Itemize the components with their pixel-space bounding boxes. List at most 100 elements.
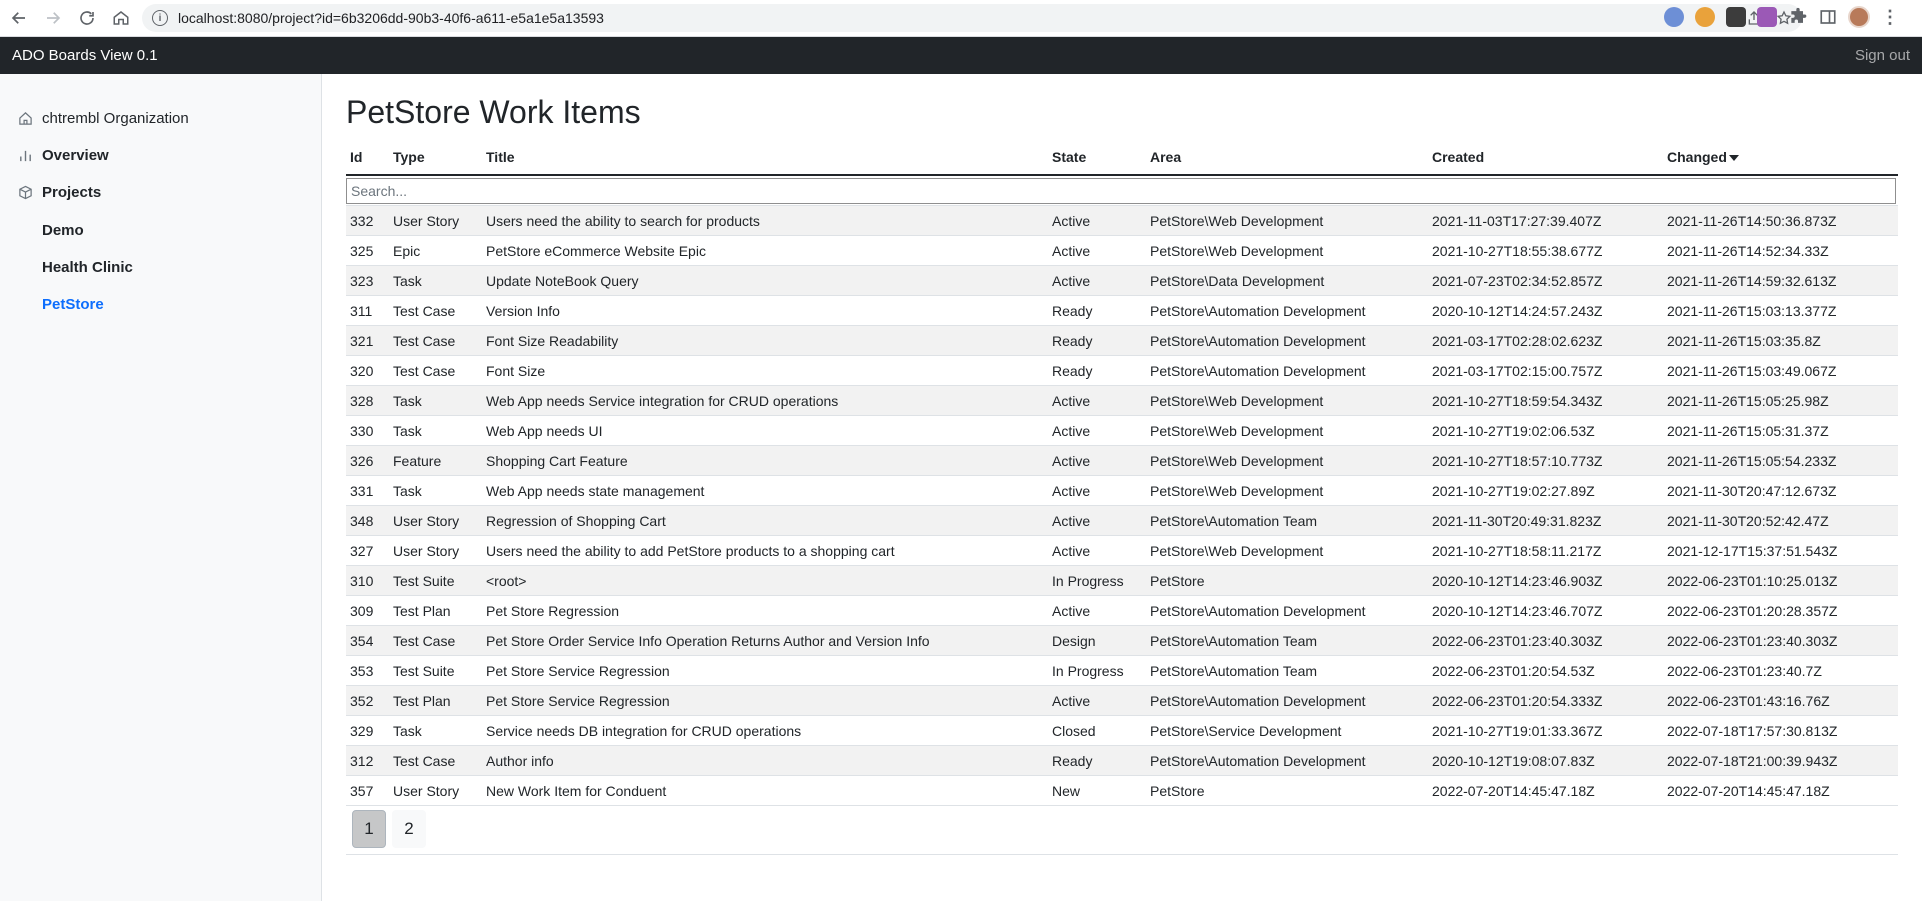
reload-button[interactable] [72, 3, 102, 33]
back-button[interactable] [4, 3, 34, 33]
cell-area: PetStore\Automation Team [1150, 632, 1318, 649]
table-row[interactable]: 329 Task Service needs DB integration for … [346, 716, 1898, 746]
cell-type: Test Case [393, 632, 456, 649]
home-icon [113, 11, 129, 25]
table-row[interactable]: 348 User Story Regression of Shopping Cart… [346, 506, 1898, 536]
cell-created: 2020-10-12T19:08:07.83Z [1432, 752, 1595, 769]
sidebar-item-overview[interactable]: Overview [18, 147, 109, 164]
cell-title: Font Size Readability [486, 332, 619, 349]
cell-created: 2022-06-23T01:20:54.53Z [1432, 662, 1595, 679]
table-row[interactable]: 330 Task Web App needs UI Active PetStore\We… [346, 416, 1898, 446]
table-row[interactable]: 325 Epic PetStore eCommerce Website Epic Ac… [346, 236, 1898, 266]
cell-changed: 2021-11-26T14:52:34.33Z [1667, 242, 1829, 259]
cell-changed: 2021-11-26T15:03:13.377Z [1667, 302, 1837, 319]
sidebar-item-petstore[interactable]: PetStore [42, 296, 104, 313]
column-header-changed-label: Changed [1667, 149, 1727, 165]
cell-title: PetStore eCommerce Website Epic [486, 242, 706, 259]
sidebar-item-health-clinic[interactable]: Health Clinic [42, 259, 133, 276]
cell-type: Test Plan [393, 602, 451, 619]
cell-state: In Progress [1052, 572, 1124, 589]
puzzle-icon[interactable] [1788, 7, 1808, 27]
cell-area: PetStore [1150, 782, 1205, 799]
cell-id: 309 [350, 602, 374, 619]
cell-title: Update NoteBook Query [486, 272, 639, 289]
page-1-button[interactable]: 1 [352, 810, 386, 848]
extension-3-icon[interactable] [1726, 7, 1746, 27]
table-row[interactable]: 312 Test Case Author info Ready PetStore\Aut… [346, 746, 1898, 776]
cell-id: 331 [350, 482, 374, 499]
extension-4-icon[interactable] [1757, 7, 1777, 27]
cell-type: Task [393, 272, 422, 289]
table-row[interactable]: 327 User Story Users need the ability to a… [346, 536, 1898, 566]
cell-created: 2021-03-17T02:28:02.623Z [1432, 332, 1603, 349]
table-row[interactable]: 353 Test Suite Pet Store Service Regressio… [346, 656, 1898, 686]
column-header-type[interactable]: Type [389, 149, 482, 165]
cell-area: PetStore\Data Development [1150, 272, 1325, 289]
cell-area: PetStore\Automation Development [1150, 302, 1366, 319]
column-header-id[interactable]: Id [346, 149, 389, 165]
sidebar-item-demo[interactable]: Demo [42, 222, 84, 239]
search-input[interactable] [346, 177, 1896, 204]
cell-id: 327 [350, 542, 374, 559]
extension-1-icon[interactable] [1664, 7, 1684, 27]
table-row[interactable]: 326 Feature Shopping Cart Feature Active Pet… [346, 446, 1898, 476]
table-row[interactable]: 352 Test Plan Pet Store Service Regression… [346, 686, 1898, 716]
column-header-created[interactable]: Created [1428, 149, 1663, 165]
divider [346, 854, 1898, 855]
forward-button[interactable] [38, 3, 68, 33]
cell-changed: 2021-11-26T15:05:25.98Z [1667, 392, 1829, 409]
cell-created: 2022-06-23T01:23:40.303Z [1432, 632, 1603, 649]
table-row[interactable]: 320 Test Case Font Size Ready PetStore\Autom… [346, 356, 1898, 386]
sidebar-item-organization[interactable]: chtrembl Organization [18, 110, 189, 127]
home-button[interactable] [106, 3, 136, 33]
table-row[interactable]: 323 Task Update NoteBook Query Active PetSto… [346, 266, 1898, 296]
cell-state: Active [1052, 272, 1091, 289]
column-header-area[interactable]: Area [1146, 149, 1428, 165]
table-row[interactable]: 309 Test Plan Pet Store Regression Active Pe… [346, 596, 1898, 626]
cell-area: PetStore\Web Development [1150, 242, 1324, 259]
cell-id: 323 [350, 272, 374, 289]
cell-id: 312 [350, 752, 374, 769]
column-header-state[interactable]: State [1048, 149, 1146, 165]
cell-type: Test Suite [393, 572, 455, 589]
cell-area: PetStore\Web Development [1150, 482, 1324, 499]
column-header-title[interactable]: Title [482, 149, 1048, 165]
cell-area: PetStore\Web Development [1150, 542, 1324, 559]
cell-type: User Story [393, 782, 460, 799]
cell-state: Ready [1052, 362, 1093, 379]
cell-area: PetStore\Automation Development [1150, 362, 1366, 379]
cell-type: Test Plan [393, 692, 451, 709]
cell-created: 2020-10-12T14:23:46.707Z [1432, 602, 1603, 619]
table-row[interactable]: 332 User Story Users need the ability to s… [346, 206, 1898, 236]
info-icon[interactable]: i [152, 10, 168, 26]
cell-state: In Progress [1052, 662, 1124, 679]
sidebar-item-projects[interactable]: Projects [18, 184, 101, 201]
sidebar: chtrembl Organization Overview Projects … [0, 74, 322, 901]
sign-out-link[interactable]: Sign out [1855, 47, 1910, 64]
table-row[interactable]: 310 Test Suite <root> In Progress PetStore 20… [346, 566, 1898, 596]
column-header-changed[interactable]: Changed [1663, 149, 1898, 165]
sidebar-item-label: Projects [42, 184, 102, 201]
cell-created: 2021-03-17T02:15:00.757Z [1432, 362, 1603, 379]
profile-avatar[interactable] [1848, 6, 1870, 28]
cell-title: Pet Store Service Regression [486, 662, 670, 679]
extension-2-icon[interactable] [1695, 7, 1715, 27]
table-row[interactable]: 311 Test Case Version Info Ready PetStore\Au… [346, 296, 1898, 326]
extensions-area: ⋮ [1664, 6, 1899, 28]
cell-state: Design [1052, 632, 1096, 649]
table-row[interactable]: 354 Test Case Pet Store Order Service Info… [346, 626, 1898, 656]
table-row[interactable]: 357 User Story New Work Item for Conduent N… [346, 776, 1898, 806]
page-2-button[interactable]: 2 [392, 810, 426, 848]
app-brand[interactable]: ADO Boards View 0.1 [12, 47, 158, 64]
table-row[interactable]: 321 Test Case Font Size Readability Ready Pe… [346, 326, 1898, 356]
cell-id: 321 [350, 332, 374, 349]
kebab-menu-icon[interactable]: ⋮ [1881, 7, 1899, 28]
cell-area: PetStore\Automation Team [1150, 512, 1318, 529]
table-row[interactable]: 331 Task Web App needs state management Act… [346, 476, 1898, 506]
cell-state: Closed [1052, 722, 1096, 739]
table-row[interactable]: 328 Task Web App needs Service integration… [346, 386, 1898, 416]
cell-title: <root> [486, 572, 527, 589]
side-panel-icon[interactable] [1819, 8, 1837, 26]
address-bar[interactable]: i localhost:8080/project?id=6b3206dd-90b… [142, 4, 1802, 32]
url-text[interactable]: localhost:8080/project?id=6b3206dd-90b3-… [178, 10, 604, 26]
